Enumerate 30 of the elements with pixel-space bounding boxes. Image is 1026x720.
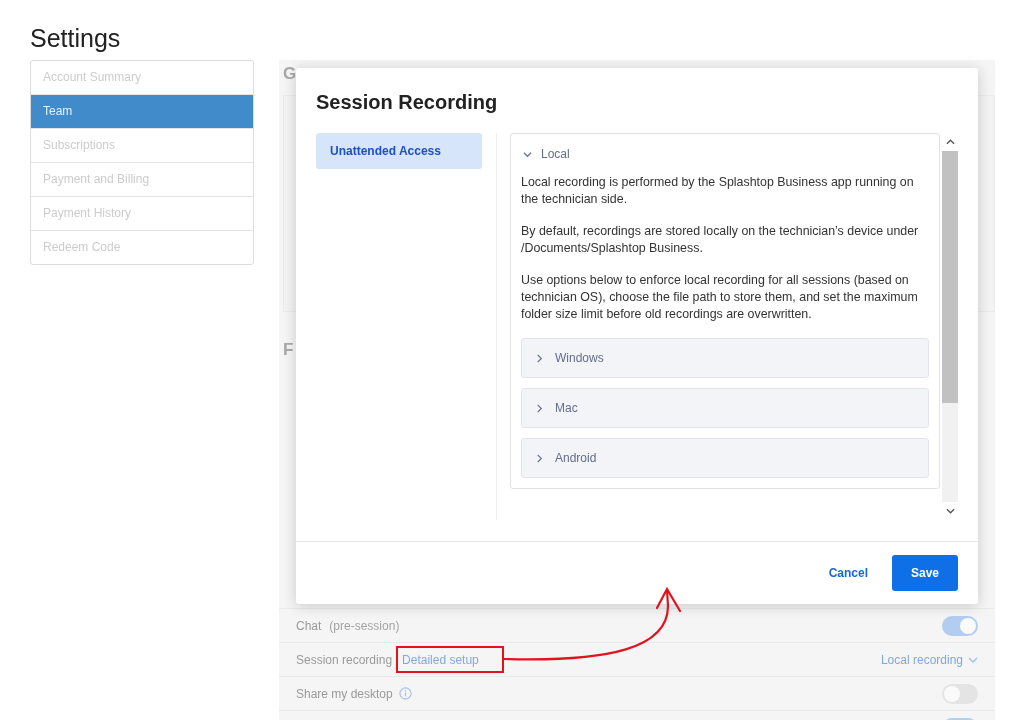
save-button[interactable]: Save: [892, 555, 958, 591]
detailed-setup-link[interactable]: Detailed setup: [402, 652, 479, 667]
chevron-down-icon: [968, 656, 978, 663]
description-text: Use options below to enforce local recording for all sessions (based on technician OS), choose the file path to store them, and set the maximum folder size limit before old recordings are overwritten.: [521, 272, 919, 323]
chevron-icon: [535, 353, 544, 363]
recording-dropdown[interactable]: Local recording: [880, 652, 978, 667]
setting-note: (pre-session): [329, 618, 400, 633]
description-text: Local recording is performed by the Splashtop Business app running on the technician side.: [521, 174, 915, 208]
nav-item[interactable]: Unattended Access: [316, 133, 483, 169]
page-title: Settings: [29, 23, 122, 54]
os-section-header[interactable]: Windows: [521, 338, 929, 378]
scroll-up-icon[interactable]: [945, 139, 955, 145]
os-section-header[interactable]: Android: [521, 438, 929, 478]
chevron-icon: [535, 403, 544, 413]
setting-label: Chat: [296, 618, 322, 633]
scroll-down-icon[interactable]: [945, 508, 955, 514]
chevron-icon: [535, 453, 544, 463]
local-section-header[interactable]: Local: [521, 134, 929, 174]
setting-label: Session recording: [296, 652, 393, 667]
toggle-switch[interactable]: [942, 615, 978, 636]
os-section-header[interactable]: Mac: [521, 388, 929, 428]
section-heading: F: [282, 339, 294, 361]
info-icon[interactable]: [398, 687, 412, 700]
setting-label: Share my desktop: [296, 686, 393, 701]
chevron-icon: [523, 149, 532, 159]
sidebar-item[interactable]: Team: [31, 94, 253, 128]
dialog-title: Session Recording: [315, 90, 499, 114]
cancel-button[interactable]: Cancel: [824, 558, 872, 588]
section-heading: G: [282, 63, 297, 85]
description-text: By default, recordings are stored locally on the technician’s device under /Documents/Splashtop Business.: [521, 223, 920, 257]
